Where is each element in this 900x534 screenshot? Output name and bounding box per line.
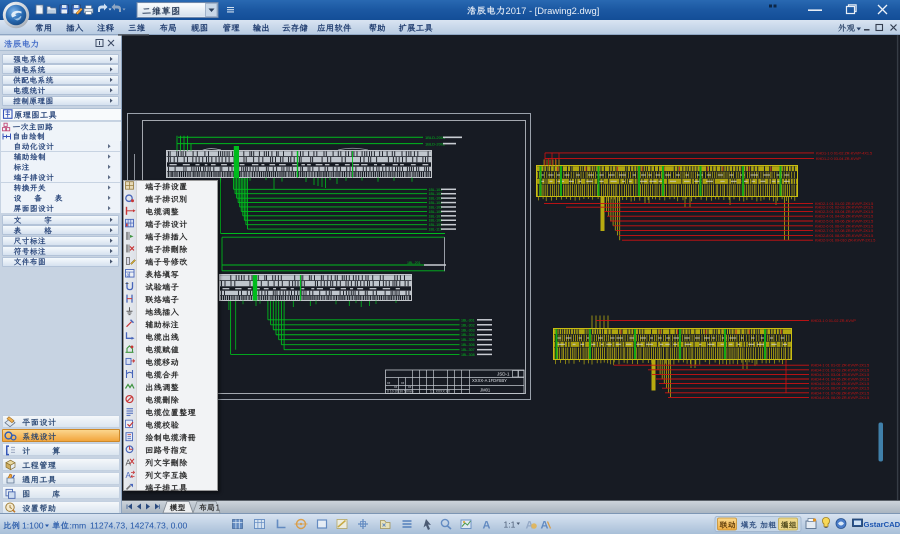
svg-text:1BL-306: 1BL-306 — [461, 343, 475, 347]
svg-text:xx: xx — [387, 381, 391, 385]
svg-text:KHD4-1 01 01-02 ZR-KVVP-2X1.5: KHD4-1 01 01-02 ZR-KVVP-2X1.5 — [811, 364, 869, 368]
svg-text:KHD2-6 01 06-07 ZR-KVVP-2X1.5: KHD2-6 01 06-07 ZR-KVVP-2X1.5 — [815, 224, 873, 228]
svg-text:1BL-101: 1BL-101 — [429, 188, 443, 192]
svg-text:1BL-102: 1BL-102 — [429, 192, 443, 196]
svg-text:KHD4-3 01 03-04 ZR-KVVP-2X1.5: KHD4-3 01 03-04 ZR-KVVP-2X1.5 — [811, 373, 869, 377]
svg-text:1BL-201: 1BL-201 — [407, 261, 421, 265]
svg-text:xx: xx — [408, 385, 412, 389]
svg-text:1BL-308: 1BL-308 — [461, 353, 475, 357]
svg-text:XXXX-A 1FD#SBY: XXXX-A 1FD#SBY — [472, 378, 507, 383]
svg-text:1BL-304: 1BL-304 — [461, 333, 475, 337]
svg-text:KHD4-8 01 08-09 ZR-KVVP-2X1.5: KHD4-8 01 08-09 ZR-KVVP-2X1.5 — [811, 396, 869, 400]
svg-text:1BL-106: 1BL-106 — [429, 210, 443, 214]
svg-text:1BL-103: 1BL-103 — [429, 197, 443, 201]
svg-text:KHD4-5 01 05-06 ZR-KVVP-2X1.5: KHD4-5 01 05-06 ZR-KVVP-2X1.5 — [811, 382, 869, 386]
svg-text:1BLD-2001: 1BLD-2001 — [425, 135, 446, 140]
svg-text:1BL-302: 1BL-302 — [461, 323, 475, 327]
svg-text:1:1 XXXX XX: 1:1 XXXX XX — [430, 390, 451, 394]
svg-text:KHD2-4 01 04-05 ZR-KVVP-2X1.5: KHD2-4 01 04-05 ZR-KVVP-2X1.5 — [815, 215, 873, 219]
svg-text:KHD4-4 01 04-05 ZR-KVVP-2X1.5: KHD4-4 01 04-05 ZR-KVVP-2X1.5 — [811, 378, 869, 382]
svg-text:KHD4-7 01 07-08 ZR-KVVP-2X1.5: KHD4-7 01 07-08 ZR-KVVP-2X1.5 — [811, 391, 869, 395]
svg-text:1BL-110: 1BL-110 — [429, 228, 442, 232]
svg-text:1BL-307: 1BL-307 — [461, 348, 475, 352]
svg-text:1BL-109: 1BL-109 — [429, 223, 443, 227]
svg-text:1BL-104: 1BL-104 — [429, 201, 443, 205]
svg-text:1BLD-2002: 1BLD-2002 — [425, 141, 446, 146]
svg-text:JM01: JM01 — [480, 388, 491, 393]
svg-text:1BL-305: 1BL-305 — [461, 338, 475, 342]
svg-text:KHD1-2 0 03-04 ZR-KVVP: KHD1-2 0 03-04 ZR-KVVP — [816, 157, 861, 161]
svg-text:1BL-107: 1BL-107 — [429, 214, 443, 218]
svg-text:JSD-1: JSD-1 — [497, 372, 510, 377]
svg-text:1BL-108: 1BL-108 — [429, 219, 443, 223]
svg-text:KHD2-3 01 03-04 ZR-KVVP-2X1.5: KHD2-3 01 03-04 ZR-KVVP-2X1.5 — [815, 210, 873, 214]
svg-text:xx: xx — [401, 381, 405, 385]
svg-text:KHD1-1 0 01-02 ZR-KVVP-4X1.5: KHD1-1 0 01-02 ZR-KVVP-4X1.5 — [816, 152, 872, 156]
svg-text:KHD2-9 01 09-010 ZR-KVVP-2X1.5: KHD2-9 01 09-010 ZR-KVVP-2X1.5 — [815, 239, 875, 243]
svg-text:KHD2-5 01 05-06 ZR-KVVP-2X1.5: KHD2-5 01 05-06 ZR-KVVP-2X1.5 — [815, 220, 873, 224]
svg-text:xx: xx — [394, 385, 398, 389]
svg-text:1BL-105: 1BL-105 — [429, 205, 443, 209]
svg-text:0 10 20 30 50mm: 0 10 20 30 50mm — [387, 390, 414, 394]
svg-text:KHD4-6 01 06-07 ZR-KVVP-2X1.5: KHD4-6 01 06-07 ZR-KVVP-2X1.5 — [811, 387, 869, 391]
svg-text:KHD2-7 01 07-08 ZR-KVVP-2X1.5: KHD2-7 01 07-08 ZR-KVVP-2X1.5 — [815, 229, 873, 233]
svg-text:KHD4-2 01 02-03 ZR-KVVP-2X1.5: KHD4-2 01 02-03 ZR-KVVP-2X1.5 — [811, 368, 869, 372]
svg-text:1BL-303: 1BL-303 — [461, 328, 475, 332]
svg-text:KHD3-1 0 01-02 ZR-KVVP: KHD3-1 0 01-02 ZR-KVVP — [811, 319, 856, 323]
svg-text:KHD2-8 01 08-09 ZR-KVVP-2X1.5: KHD2-8 01 08-09 ZR-KVVP-2X1.5 — [815, 234, 873, 238]
svg-text:1BL-301: 1BL-301 — [461, 318, 475, 322]
